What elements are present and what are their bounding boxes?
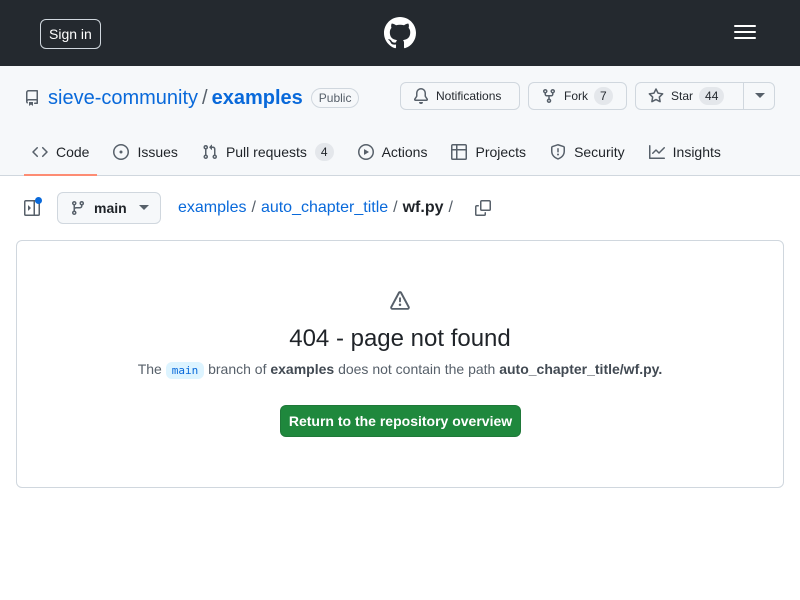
breadcrumb-repo-link[interactable]: examples (178, 199, 246, 217)
tab-label: Projects (475, 144, 527, 160)
fork-label: Fork (564, 89, 588, 103)
not-found-panel: 404 - page not found The main branch of … (16, 240, 784, 488)
tab-label: Pull requests (225, 144, 307, 160)
desc-text: does not contain the path (338, 361, 496, 377)
repo-title-separator: / (202, 86, 208, 109)
repository-header: sieve-community / examples Public Notifi… (0, 66, 800, 176)
notifications-button[interactable]: Notifications (400, 82, 520, 110)
bell-icon (413, 88, 429, 104)
breadcrumb-separator: / (393, 199, 398, 216)
copy-path-icon[interactable] (474, 200, 491, 216)
breadcrumb-separator: / (251, 199, 256, 216)
branch-selector-button[interactable]: main (57, 192, 161, 224)
tab-actions[interactable]: Actions (350, 132, 436, 172)
pull-request-icon (202, 144, 218, 160)
graph-icon (648, 144, 665, 160)
desc-text: branch of (208, 361, 267, 377)
breadcrumb-file: wf.py (402, 199, 444, 216)
tab-issues[interactable]: Issues (105, 132, 185, 172)
repo-name-link[interactable]: examples (212, 87, 303, 110)
notifications-label: Notifications (436, 89, 502, 103)
repo-owner-link[interactable]: sieve-community (48, 87, 198, 110)
notification-dot (35, 197, 42, 204)
tab-insights[interactable]: Insights (641, 132, 729, 172)
return-to-repo-button[interactable]: Return to the repository overview (280, 405, 521, 437)
repo-icon (24, 90, 40, 106)
shield-icon (550, 144, 566, 160)
table-icon (451, 144, 468, 160)
visibility-badge: Public (310, 88, 360, 108)
branch-code-pill: main (165, 362, 205, 379)
not-found-heading: 404 - page not found (289, 325, 511, 352)
fork-count: 7 (594, 87, 613, 105)
star-button[interactable]: Star 44 (635, 82, 775, 110)
star-count: 44 (699, 87, 725, 105)
sign-in-button[interactable]: Sign in (40, 19, 101, 49)
tab-code[interactable]: Code (24, 132, 98, 176)
breadcrumb-separator: / (448, 199, 453, 216)
play-icon (357, 144, 374, 160)
tab-label: Issues (137, 144, 178, 160)
tab-projects[interactable]: Projects (443, 132, 534, 172)
repo-nav-tabs: Code Issues Pull requests 4 Actions Proj… (24, 132, 737, 176)
breadcrumb-folder-link[interactable]: auto_chapter_title (261, 199, 388, 217)
tab-security[interactable]: Security (542, 132, 633, 172)
issue-icon (113, 144, 130, 160)
star-label: Star (671, 89, 694, 103)
desc-repo-name: examples (270, 361, 335, 377)
github-logo-icon[interactable] (384, 17, 416, 49)
desc-path: auto_chapter_title/wf.py. (499, 361, 663, 377)
fork-button[interactable]: Fork 7 (528, 82, 627, 110)
caret-down-icon (138, 205, 149, 211)
file-navigation: main examples / auto_chapter_title / wf.… (0, 192, 800, 224)
tab-label: Security (574, 144, 625, 160)
tab-label: Insights (672, 144, 721, 160)
star-list-dropdown[interactable] (743, 83, 776, 109)
alert-icon (390, 291, 410, 311)
pull-request-count: 4 (314, 143, 334, 161)
global-header: Sign in (0, 0, 800, 66)
fork-icon (541, 88, 557, 104)
chevron-down-icon (755, 93, 765, 98)
file-breadcrumb: examples / auto_chapter_title / wf.py / (178, 199, 491, 217)
star-icon (648, 88, 664, 104)
branch-name: main (94, 200, 127, 216)
code-icon (32, 144, 48, 160)
tab-pull-requests[interactable]: Pull requests 4 (194, 132, 342, 172)
tab-label: Actions (381, 144, 428, 160)
desc-text: The (137, 361, 162, 377)
hamburger-menu-icon[interactable] (734, 24, 756, 40)
tab-label: Code (56, 144, 90, 160)
not-found-description: The main branch of examples does not con… (17, 361, 783, 379)
repo-title: sieve-community / examples Public (24, 86, 360, 110)
git-branch-icon (70, 200, 86, 216)
